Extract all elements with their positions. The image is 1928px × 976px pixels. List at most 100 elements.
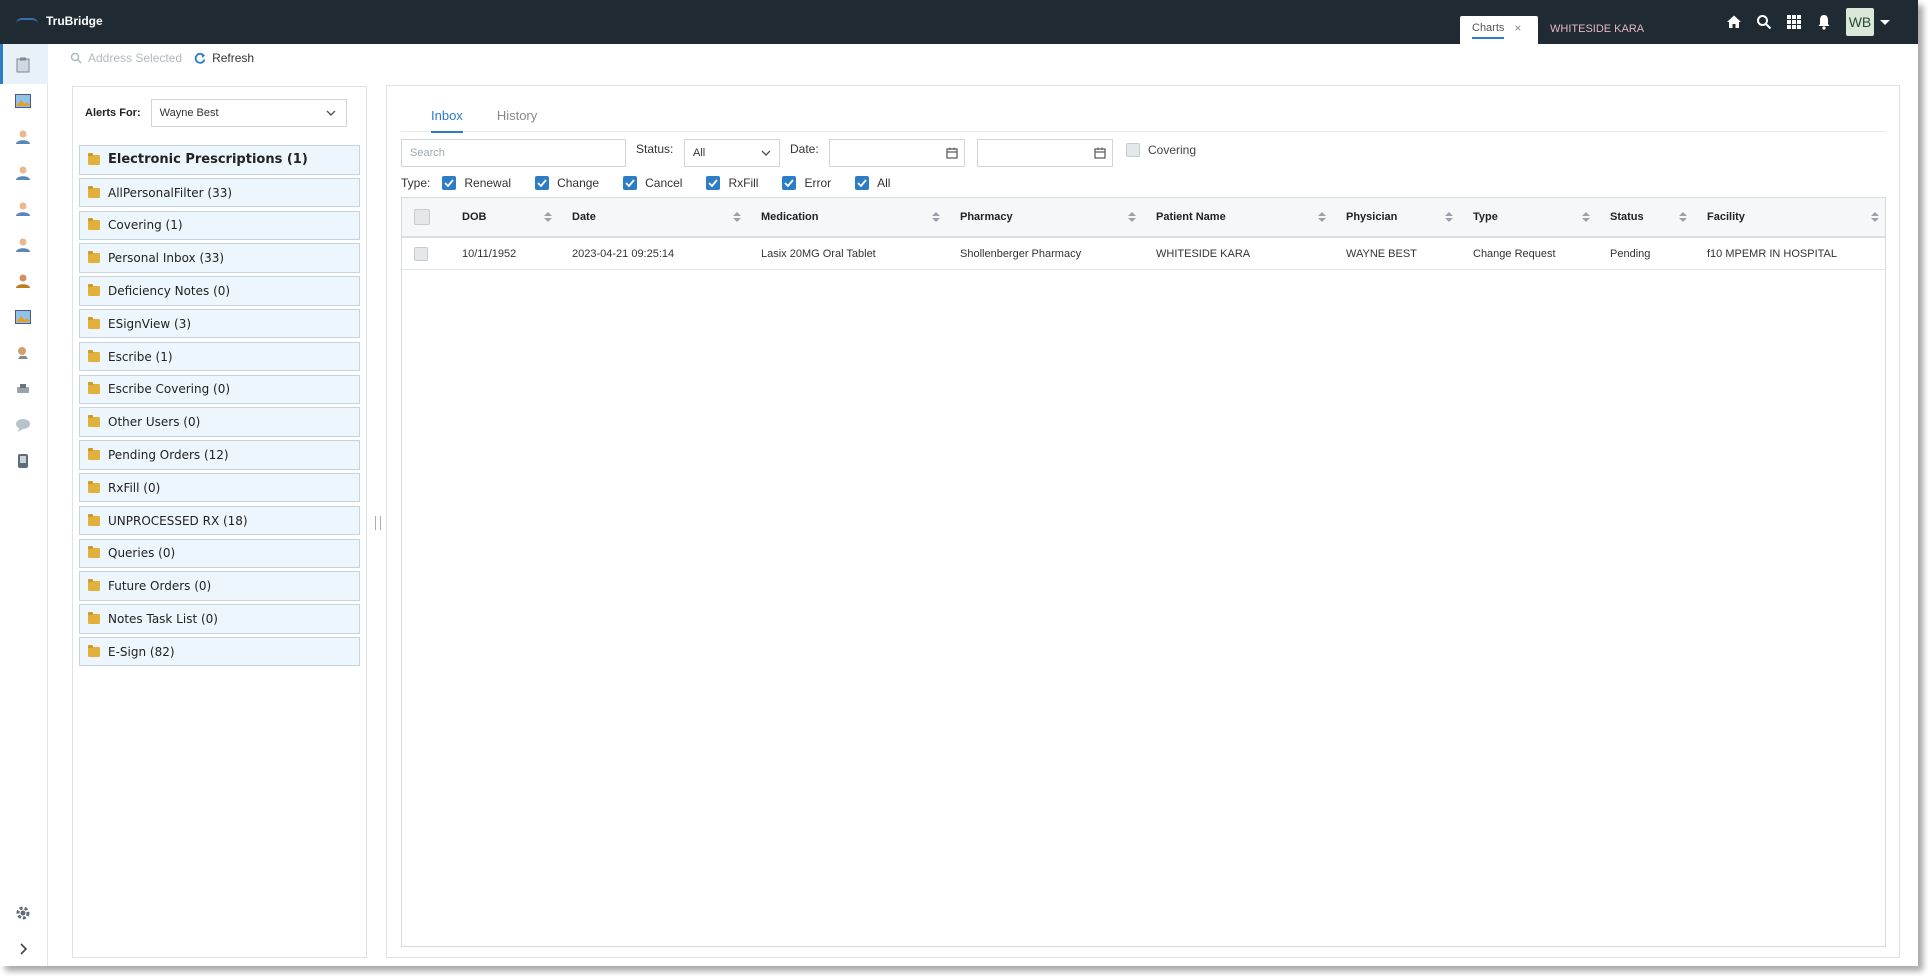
user-icon[interactable] [14,200,32,218]
select-all-checkbox[interactable] [414,198,430,236]
folder-label: Queries (0) [108,546,176,561]
column-header-label: Facility [1707,211,1745,223]
column-header-type[interactable]: Type [1461,198,1598,236]
pin-icon[interactable] [14,344,32,362]
user-icon[interactable] [14,128,32,146]
sort-icon[interactable] [1679,212,1687,222]
checkbox-checked[interactable] [855,176,870,190]
checkbox-unchecked[interactable] [1126,143,1140,157]
tab-charts[interactable]: Charts × [1460,16,1538,44]
clipboard-icon[interactable] [14,56,32,74]
type-change-checkbox[interactable]: Change [535,176,599,190]
picture-icon[interactable] [14,92,32,110]
chat-icon[interactable] [14,416,32,434]
home-icon[interactable] [1726,14,1742,30]
table-row[interactable]: 10/11/1952 2023-04-21 09:25:14 Lasix 20M… [402,238,1885,270]
gear-icon[interactable] [14,904,32,922]
column-header-patient-name[interactable]: Patient Name [1144,198,1334,236]
sort-icon[interactable] [1445,212,1453,222]
tab-inbox[interactable]: Inbox [431,102,463,133]
column-header-medication[interactable]: Medication [749,198,948,236]
address-selected-button[interactable]: Address Selected [70,51,182,65]
type-rxfill-checkbox[interactable]: RxFill [706,176,758,190]
chevron-right-icon[interactable] [14,940,32,958]
column-header-physician[interactable]: Physician [1334,198,1461,236]
folder-icon [88,447,100,460]
bell-icon[interactable] [1816,14,1832,30]
chevron-down-icon[interactable] [1880,19,1890,25]
cell-medication: Lasix 20MG Oral Tablet [761,247,876,260]
device-icon[interactable] [14,452,32,470]
sort-icon[interactable] [1582,212,1590,222]
sort-icon[interactable] [1318,212,1326,222]
folder-item[interactable]: Escribe (1) [79,341,360,372]
user-icon[interactable] [14,236,32,254]
folder-item[interactable]: Queries (0) [79,538,360,569]
search-input[interactable] [401,139,626,167]
folder-item[interactable]: Deficiency Notes (0) [79,276,360,306]
checkbox-checked[interactable] [535,176,550,190]
date-from-input[interactable] [829,139,965,167]
sort-icon[interactable] [932,212,940,222]
checkbox-checked[interactable] [782,176,797,190]
covering-checkbox[interactable]: Covering [1126,143,1196,157]
folder-item[interactable]: Pending Orders (12) [79,440,360,470]
row-checkbox[interactable] [414,238,430,269]
covering-label: Covering [1148,143,1197,157]
sort-icon[interactable] [1871,212,1879,222]
folder-label: Electronic Prescriptions (1) [108,152,308,168]
column-header-dob[interactable]: DOB [450,198,560,236]
settings-tools-icon[interactable] [14,380,32,398]
search-icon[interactable] [1756,14,1772,30]
status-select[interactable]: All [684,139,780,167]
folder-item[interactable]: Escribe Covering (0) [79,374,360,405]
user-icon[interactable] [14,164,32,182]
sort-icon[interactable] [544,212,552,222]
close-icon[interactable]: × [1514,22,1521,34]
sort-icon[interactable] [1128,212,1136,222]
folder-item[interactable]: Notes Task List (0) [79,604,360,634]
checkbox-unchecked[interactable] [414,246,428,261]
folder-item[interactable]: Other Users (0) [79,407,360,437]
folder-item[interactable]: RxFill (0) [79,472,360,503]
column-header-date[interactable]: Date [560,198,749,236]
column-header-facility[interactable]: Facility [1695,198,1887,236]
checkbox-checked[interactable] [706,176,721,190]
cell-facility: f10 MPEMR IN HOSPITAL [1707,247,1837,260]
folder-item[interactable]: Personal Inbox (33) [79,243,360,273]
tab-history[interactable]: History [497,102,537,132]
alerts-user-select[interactable]: Wayne Best [150,99,347,127]
picture-icon[interactable] [14,308,32,326]
folder-item[interactable]: UNPROCESSED RX (18) [79,505,360,536]
type-option-label: Error [804,176,832,190]
folder-item[interactable]: E-Sign (82) [79,636,360,667]
apps-grid-icon[interactable] [1786,14,1802,30]
refresh-label: Refresh [212,51,255,65]
avatar[interactable]: WB [1846,8,1874,36]
sort-icon[interactable] [733,212,741,222]
type-error-checkbox[interactable]: Error [782,176,831,190]
type-renewal-checkbox[interactable]: Renewal [442,176,511,190]
checkbox-checked[interactable] [623,176,638,190]
folder-item[interactable]: AllPersonalFilter (33) [79,177,360,208]
date-to-input[interactable] [977,139,1113,167]
folder-item[interactable]: Covering (1) [79,210,360,241]
folder-item[interactable]: ESignView (3) [79,308,360,339]
column-header-status[interactable]: Status [1598,198,1695,236]
column-header-pharmacy[interactable]: Pharmacy [948,198,1144,236]
user-warning-icon[interactable] [14,272,32,290]
folder-item[interactable]: Electronic Prescriptions (1) [79,145,360,175]
tab-patient[interactable]: WHITESIDE KARA [1538,16,1654,44]
folder-item[interactable]: Future Orders (0) [79,571,360,601]
calendar-icon[interactable] [1094,147,1106,159]
top-icons: WB [1726,8,1918,36]
folder-icon [88,349,100,362]
checkbox-unchecked[interactable] [414,209,430,225]
folder-icon [88,480,100,493]
refresh-button[interactable]: Refresh [194,51,254,65]
panel-splitter-handle[interactable] [375,516,381,530]
checkbox-checked[interactable] [442,176,457,190]
type-all-checkbox[interactable]: All [855,176,890,190]
type-cancel-checkbox[interactable]: Cancel [623,176,682,190]
calendar-icon[interactable] [946,147,958,159]
